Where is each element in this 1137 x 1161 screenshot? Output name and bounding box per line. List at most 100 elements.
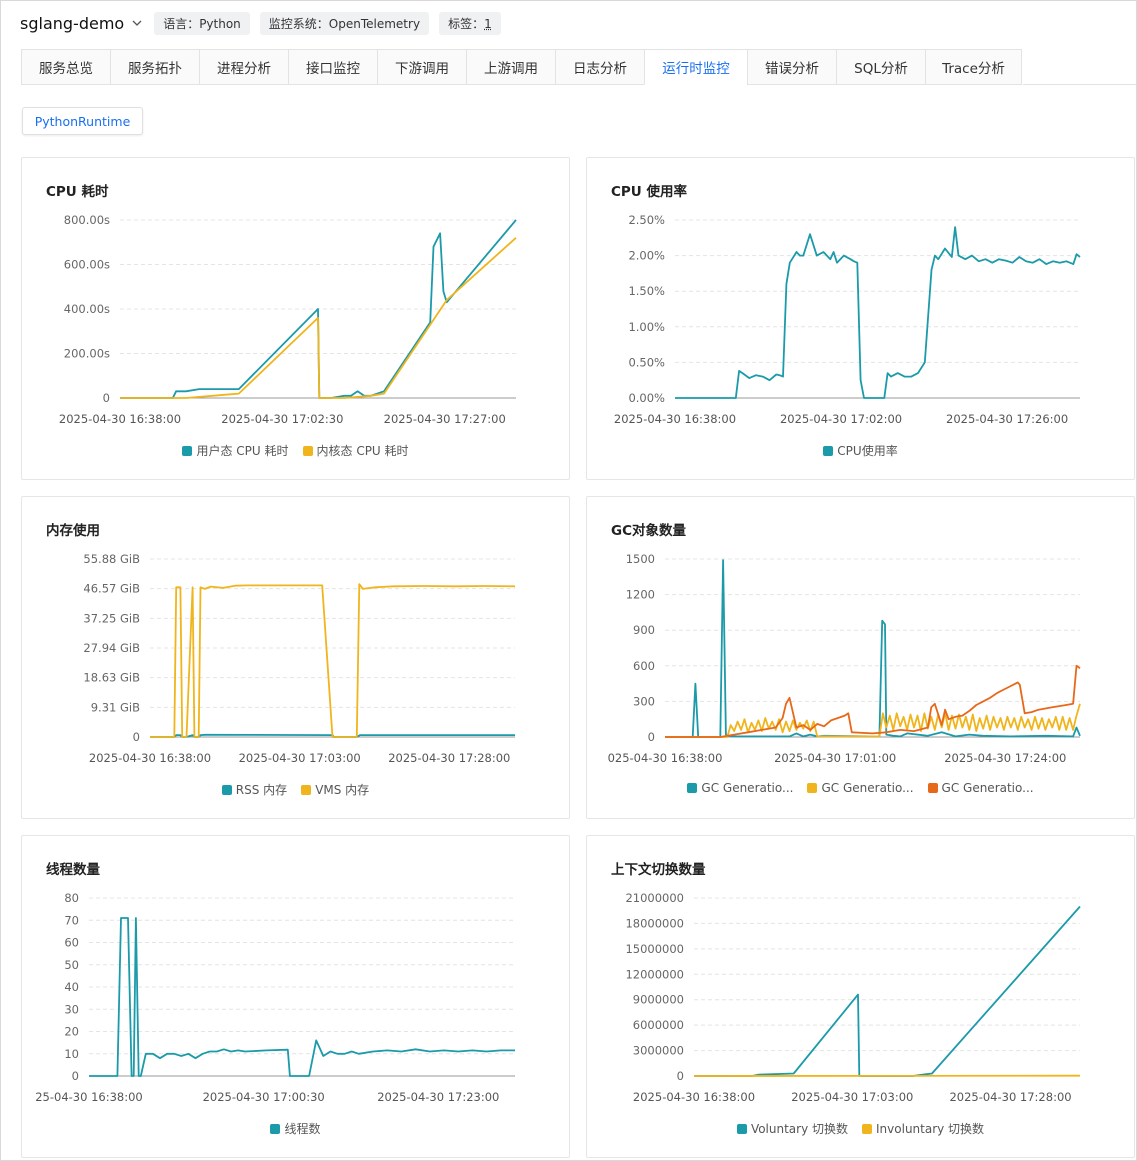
legend-label: 内核态 CPU 耗时 bbox=[316, 444, 409, 458]
y-tick-label: 0 bbox=[133, 730, 140, 744]
y-tick-label: 15000000 bbox=[625, 942, 684, 956]
series-line[interactable] bbox=[675, 226, 1081, 399]
tab-sql-analysis[interactable]: SQL分析 bbox=[836, 49, 925, 85]
x-tick-label: 2025-04-30 17:24:00 bbox=[944, 751, 1066, 765]
chart-svg: 0 200.00s 400.00s 600.00s 800.00s 2025-04-30 … bbox=[59, 213, 517, 426]
legend-swatch bbox=[927, 783, 938, 793]
chart-legend: Voluntary 切换数 Involuntary 切换数 bbox=[587, 1120, 1134, 1137]
x-tick-label: 025-04-30 16:38:00 bbox=[608, 751, 723, 765]
legend-item[interactable]: GC Generatio... bbox=[927, 781, 1034, 795]
tab-error-analysis[interactable]: 错误分析 bbox=[747, 49, 836, 85]
y-tick-label: 37.25 GiB bbox=[83, 611, 140, 625]
y-tick-label: 1.00% bbox=[628, 320, 665, 334]
x-tick-label: 2025-04-30 17:02:30 bbox=[221, 412, 343, 426]
y-tick-label: 600.00s bbox=[64, 258, 110, 272]
y-tick-label: 0 bbox=[677, 1069, 684, 1083]
legend-item[interactable]: Voluntary 切换数 bbox=[736, 1120, 849, 1137]
series-line[interactable] bbox=[120, 237, 517, 399]
labels-tag[interactable]: 标签：1 bbox=[439, 11, 501, 35]
gc-objects-card: GC对象数量 0 300 600 900 1200 1500 025-04-30 16:38… bbox=[586, 496, 1135, 819]
y-tick-label: 0 bbox=[72, 1069, 79, 1083]
legend-swatch bbox=[823, 445, 834, 456]
y-tick-label: 20 bbox=[64, 1025, 79, 1039]
legend-label: VMS 内存 bbox=[315, 783, 370, 797]
legend-item[interactable]: VMS 内存 bbox=[301, 781, 369, 798]
y-tick-label: 2.00% bbox=[628, 249, 665, 263]
legend-swatch bbox=[221, 784, 232, 795]
tab-upstream-calls[interactable]: 上游调用 bbox=[466, 49, 555, 85]
tab-trace-analysis[interactable]: Trace分析 bbox=[925, 49, 1022, 85]
legend-label: GC Generatio... bbox=[701, 781, 794, 795]
x-tick-label: 2025-04-30 17:03:00 bbox=[239, 751, 361, 765]
y-tick-label: 21000000 bbox=[625, 891, 684, 905]
main-tabs: 服务总览 服务拓扑 进程分析 接口监控 下游调用 上游调用 日志分析 运行时监控… bbox=[21, 49, 1022, 85]
chart-legend: RSS 内存 VMS 内存 bbox=[22, 781, 569, 798]
legend-label: Involuntary 切换数 bbox=[876, 1122, 985, 1136]
y-tick-label: 400.00s bbox=[64, 302, 110, 316]
tab-api-monitoring[interactable]: 接口监控 bbox=[288, 49, 377, 85]
tab-log-analysis[interactable]: 日志分析 bbox=[555, 49, 644, 85]
legend-item[interactable]: 用户态 CPU 耗时 bbox=[182, 442, 289, 459]
chart-legend: 用户态 CPU 耗时 内核态 CPU 耗时 bbox=[22, 442, 569, 459]
x-tick-label: 2025-04-30 17:26:00 bbox=[946, 412, 1068, 426]
y-tick-label: 0.50% bbox=[628, 355, 665, 369]
legend-item[interactable]: GC Generatio... bbox=[687, 781, 793, 795]
legend-item[interactable]: 线程数 bbox=[270, 1120, 321, 1137]
y-tick-label: 900 bbox=[633, 623, 655, 637]
chart-svg: 0.00% 0.50% 1.00% 1.50% 2.00% 2.50% 2025-04-30… bbox=[614, 213, 1081, 426]
header-bar: sglang-demo 语言：Python 监控系统：OpenTelemetry… bbox=[20, 10, 501, 36]
legend-item[interactable]: CPU使用率 bbox=[823, 442, 898, 459]
y-tick-label: 70 bbox=[64, 913, 79, 927]
y-tick-label: 0 bbox=[103, 391, 110, 405]
thread-count-card: 线程数量 0 10 20 30 40 50 60 70 80 25-04-30 16:38:00 2… bbox=[21, 835, 570, 1158]
legend-label: RSS 内存 bbox=[235, 783, 288, 797]
legend-label: GC Generatio... bbox=[941, 781, 1034, 795]
monitor-system-tag: 监控系统：OpenTelemetry bbox=[259, 11, 430, 35]
legend-item[interactable]: GC Generatio... bbox=[807, 781, 914, 795]
tab-service-topology[interactable]: 服务拓扑 bbox=[110, 49, 199, 85]
legend-swatch bbox=[736, 1123, 747, 1134]
y-tick-label: 50 bbox=[64, 958, 79, 972]
series-line[interactable] bbox=[89, 917, 515, 1077]
y-tick-label: 18.63 GiB bbox=[83, 671, 140, 685]
x-tick-label: 2025-04-30 17:01:00 bbox=[774, 751, 896, 765]
x-tick-label: 2025-04-30 17:28:00 bbox=[949, 1090, 1071, 1104]
y-tick-label: 600 bbox=[633, 659, 655, 673]
legend-item[interactable]: RSS 内存 bbox=[221, 781, 288, 798]
x-tick-label: 2025-04-30 17:27:00 bbox=[384, 412, 506, 426]
series-line[interactable] bbox=[665, 559, 1081, 738]
legend-label: Voluntary 切换数 bbox=[750, 1122, 849, 1136]
tab-runtime-monitoring[interactable]: 运行时监控 bbox=[644, 49, 747, 85]
tab-downstream-calls[interactable]: 下游调用 bbox=[377, 49, 466, 85]
legend-swatch bbox=[302, 445, 313, 456]
legend-swatch bbox=[301, 784, 312, 795]
tab-process-analysis[interactable]: 进程分析 bbox=[199, 49, 288, 85]
x-tick-label: 2025-04-30 16:38:00 bbox=[614, 412, 736, 426]
series-line[interactable] bbox=[150, 583, 516, 738]
y-tick-label: 12000000 bbox=[625, 967, 684, 981]
chart-legend: 线程数 bbox=[22, 1120, 569, 1137]
legend-item[interactable]: 内核态 CPU 耗时 bbox=[302, 442, 409, 459]
chart-legend: GC Generatio... GC Generatio... GC Generat… bbox=[587, 781, 1134, 795]
tabs-divider bbox=[1023, 84, 1136, 85]
chevron-down-icon[interactable] bbox=[130, 16, 144, 30]
y-tick-label: 46.57 GiB bbox=[83, 582, 140, 596]
legend-item[interactable]: Involuntary 切换数 bbox=[862, 1120, 984, 1137]
y-tick-label: 6000000 bbox=[633, 1018, 684, 1032]
x-tick-label: 2025-04-30 17:00:30 bbox=[203, 1090, 325, 1104]
x-tick-label: 2025-04-30 17:02:00 bbox=[780, 412, 902, 426]
tab-service-overview[interactable]: 服务总览 bbox=[21, 49, 110, 85]
x-tick-label: 2025-04-30 17:28:00 bbox=[388, 751, 510, 765]
y-tick-label: 2.50% bbox=[628, 213, 665, 227]
legend-label: 线程数 bbox=[284, 1122, 321, 1136]
y-tick-label: 9.31 GiB bbox=[91, 700, 140, 714]
y-tick-label: 1500 bbox=[626, 552, 655, 566]
y-tick-label: 300 bbox=[633, 694, 655, 708]
app-title[interactable]: sglang-demo bbox=[20, 14, 124, 33]
series-line[interactable] bbox=[665, 703, 1081, 738]
y-tick-label: 30 bbox=[64, 1002, 79, 1016]
chart-svg: 0 300 600 900 1200 1500 025-04-30 16:38:00 2025… bbox=[608, 552, 1081, 765]
x-tick-label: 2025-04-30 17:03:00 bbox=[791, 1090, 913, 1104]
labels-tag-count[interactable]: 1 bbox=[484, 17, 492, 31]
subtab-python-runtime[interactable]: PythonRuntime bbox=[22, 107, 143, 135]
